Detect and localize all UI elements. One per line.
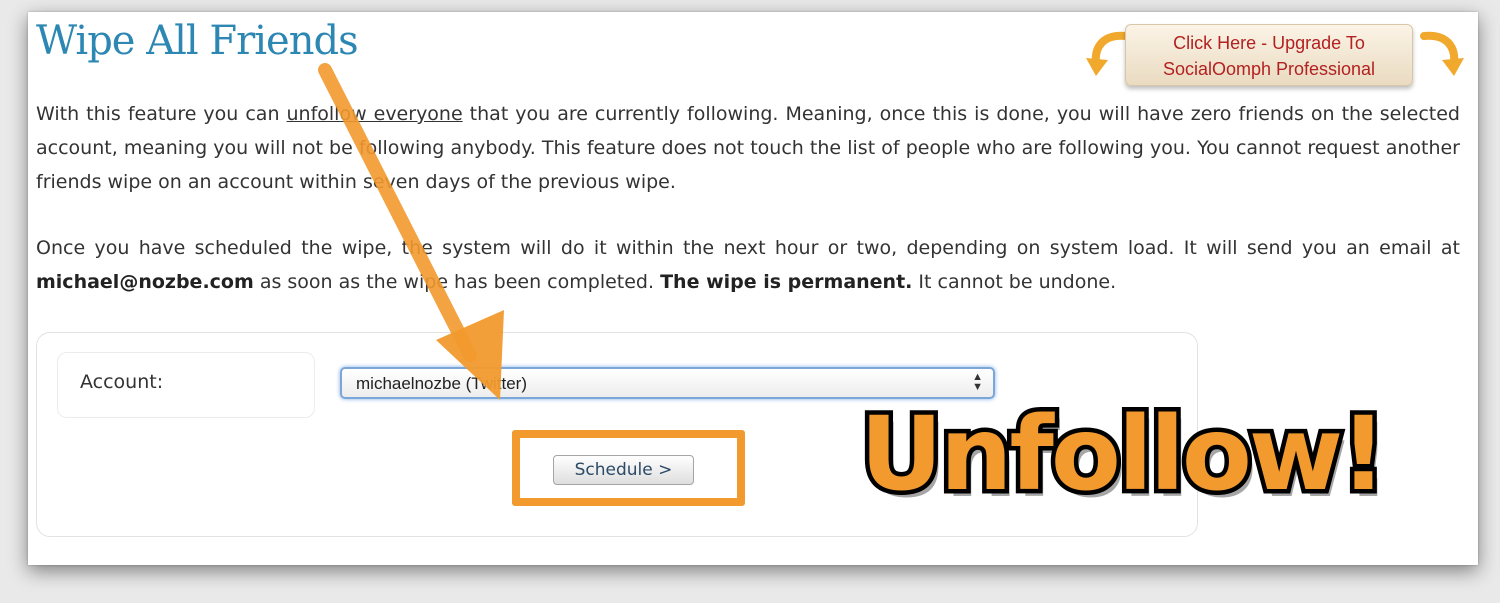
- unfollow-caption: Unfollow!: [856, 391, 1392, 519]
